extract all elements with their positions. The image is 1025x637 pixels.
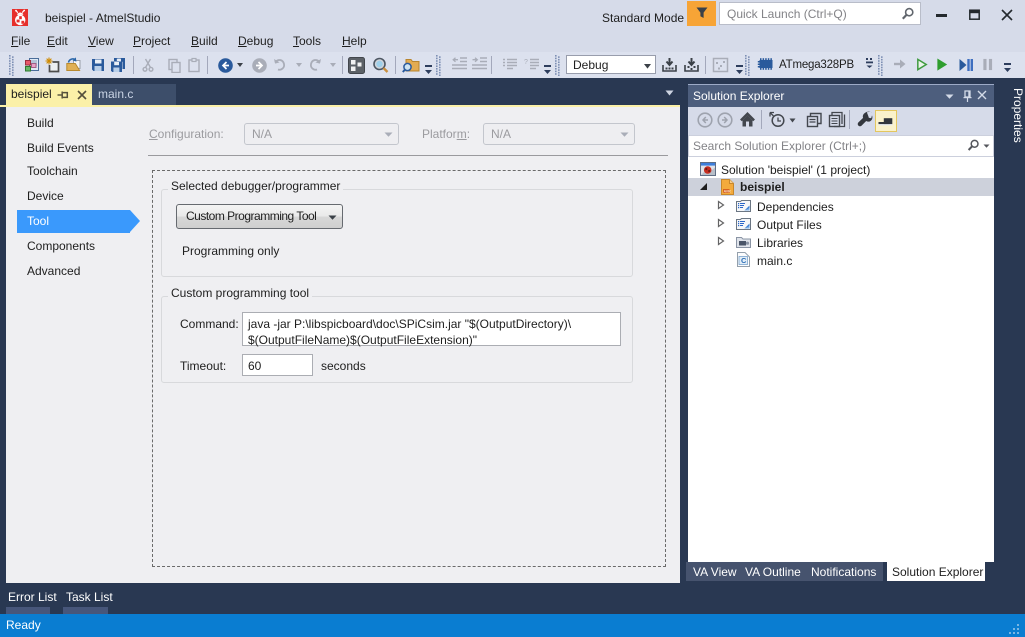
svg-text:?: ? xyxy=(524,59,528,66)
svg-text:AVR: AVR xyxy=(724,189,732,193)
svg-text:C: C xyxy=(741,256,747,265)
